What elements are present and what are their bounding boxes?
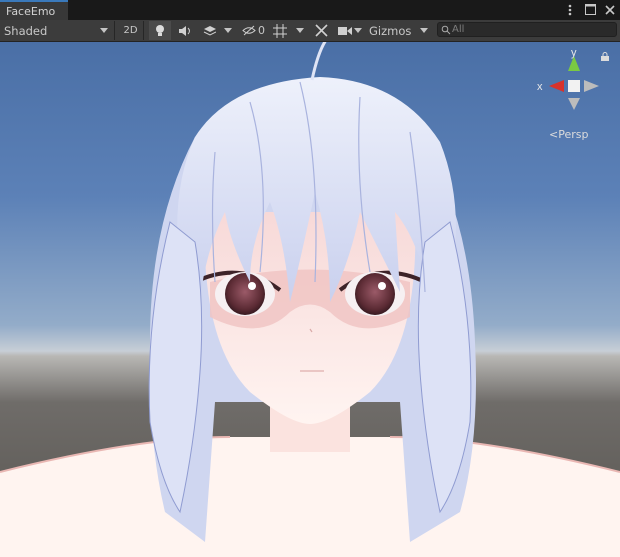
neg-y-axis-cone[interactable] <box>568 98 580 110</box>
chevron-down-icon <box>100 28 108 33</box>
tab-faceemo[interactable]: FaceEmo <box>0 0 68 20</box>
chevron-down-icon <box>224 28 232 33</box>
x-axis-label: x <box>537 81 543 93</box>
hidden-count: 0 <box>258 24 265 37</box>
chevron-down-icon <box>420 28 428 33</box>
grid-dropdown[interactable] <box>270 21 306 40</box>
search-box[interactable] <box>437 22 617 37</box>
grid-icon <box>273 23 287 38</box>
projection-toggle[interactable]: <Persp <box>549 128 588 141</box>
2d-label: 2D <box>123 25 138 36</box>
search-input[interactable] <box>452 23 612 36</box>
gizmos-label: Gizmos <box>369 23 412 38</box>
gizmo-center-cube[interactable] <box>568 80 580 92</box>
shading-mode-label: Shaded <box>4 23 48 38</box>
2d-toggle-button[interactable]: 2D <box>118 21 144 40</box>
neg-x-axis-cone[interactable] <box>584 80 599 92</box>
projection-label: Persp <box>558 128 589 141</box>
effects-dropdown[interactable] <box>198 21 234 40</box>
window-controls <box>564 3 616 16</box>
hidden-objects-toggle[interactable]: 0 <box>238 21 268 40</box>
shading-mode-dropdown[interactable]: Shaded <box>0 21 115 40</box>
camera-icon <box>338 26 352 35</box>
audio-toggle-button[interactable] <box>174 21 196 40</box>
search-icon <box>441 25 451 35</box>
close-icon[interactable] <box>604 3 616 16</box>
maximize-icon[interactable] <box>584 3 596 16</box>
tools-button[interactable] <box>309 21 333 40</box>
y-axis-label: y <box>571 47 577 59</box>
x-axis-cone[interactable] <box>549 80 564 92</box>
scene-window: FaceEmo Shaded 2D 0 Gizmos All y x <Pers… <box>0 0 620 557</box>
lighting-toggle-button[interactable] <box>149 21 171 40</box>
chevron-down-icon <box>354 28 362 33</box>
layers-icon <box>203 25 216 36</box>
gizmos-dropdown[interactable]: Gizmos <box>366 21 430 40</box>
eye-slash-icon <box>242 25 256 36</box>
tools-icon <box>314 24 328 37</box>
camera-dropdown[interactable] <box>336 21 364 40</box>
light-bulb-icon <box>156 25 164 36</box>
lock-icon[interactable] <box>601 52 609 61</box>
character-render <box>0 42 620 557</box>
speaker-icon <box>179 25 190 36</box>
perspective-chevron-icon: < <box>549 128 559 141</box>
kebab-menu-icon[interactable] <box>564 3 576 16</box>
scene-viewport[interactable]: y x <Persp <box>0 42 620 557</box>
chevron-down-icon <box>296 28 304 33</box>
tab-bar: FaceEmo <box>0 0 620 21</box>
